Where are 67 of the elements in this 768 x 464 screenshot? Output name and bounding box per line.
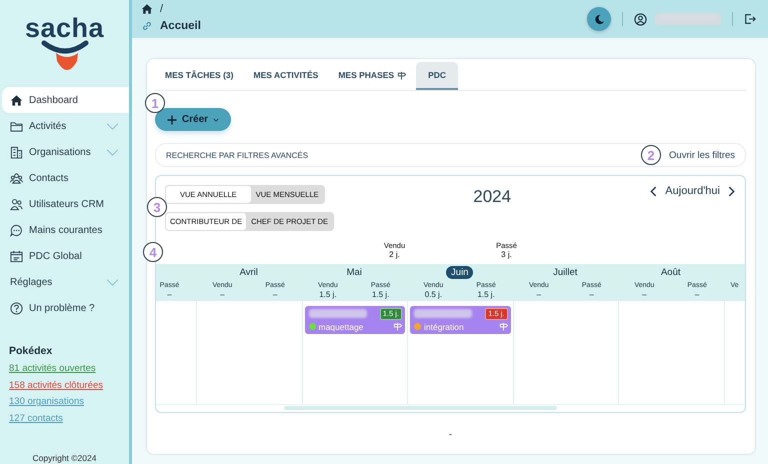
nav-item[interactable]: Réglages [2, 269, 129, 295]
redacted-name [655, 13, 721, 25]
signpost-icon [397, 70, 406, 80]
nav-item[interactable]: Activités [2, 113, 129, 139]
column-value: 1.5 j. [372, 290, 390, 299]
page-title: Accueil [160, 20, 201, 32]
breadcrumb-separator: / [160, 2, 164, 14]
plus-icon [166, 114, 177, 124]
month-label[interactable]: Août [656, 266, 686, 278]
nav-item[interactable]: Utilisateurs CRM [2, 191, 129, 217]
tab[interactable]: MES PHASES [328, 62, 416, 90]
event-label: maquettage [318, 322, 364, 332]
column-value: 1.5 j. [477, 290, 495, 299]
column-value: – [589, 290, 594, 299]
signpost-icon [498, 322, 508, 331]
group-icon [10, 172, 23, 184]
folder-icon [10, 120, 23, 132]
redacted-title [414, 309, 472, 318]
nav-item[interactable]: PDC Global [2, 243, 129, 269]
section-title: Pokédex [9, 345, 54, 357]
column-value: – [694, 290, 700, 299]
column-value: 1.5 j. [319, 290, 337, 299]
tab[interactable]: PDC [416, 62, 458, 90]
calendar-icon [10, 250, 23, 262]
redacted-title [308, 309, 366, 318]
users-icon [10, 198, 23, 210]
user-icon[interactable] [634, 12, 647, 26]
tab[interactable]: MES ACTIVITÉS [243, 62, 328, 90]
home-icon [10, 94, 23, 106]
nav-item[interactable]: Dashboard [2, 87, 129, 113]
previous-icon[interactable] [650, 186, 658, 197]
home-icon[interactable] [141, 2, 153, 14]
month-label[interactable]: Juillet [548, 266, 582, 278]
nav-item[interactable]: Contacts [2, 165, 129, 191]
smile-logo-icon [40, 39, 90, 73]
building-icon [10, 146, 23, 158]
link-icon [141, 20, 153, 32]
column-value: – [536, 290, 542, 299]
event-label: intégration [424, 322, 464, 332]
column-value: 0.5 j. [424, 290, 442, 299]
copyright-text: Copyright ©2024 [32, 453, 98, 463]
tab[interactable]: MES TÂCHES (3) [155, 62, 244, 90]
month-label[interactable]: Mai [342, 266, 367, 278]
footer-text: - [448, 429, 453, 439]
logo-text: sacha [24, 14, 104, 42]
column-value: – [642, 290, 647, 299]
help-icon [10, 302, 23, 314]
month-label[interactable]: Juin [446, 266, 474, 278]
column-value: – [272, 290, 278, 299]
caret-icon [213, 118, 220, 122]
year-title: 2024 [472, 187, 512, 208]
month-label[interactable]: Avril [234, 266, 263, 278]
moon-icon [594, 14, 604, 24]
logout-icon[interactable] [744, 13, 756, 25]
dark-mode-button[interactable] [587, 7, 611, 31]
next-icon[interactable] [728, 186, 735, 197]
filter-label: RECHERCHE PAR FILTRES AVANCÉS [166, 150, 308, 160]
signpost-icon [393, 322, 402, 331]
nav-item[interactable]: Organisations [2, 139, 129, 165]
nav-item[interactable]: Un problème ? [2, 295, 129, 321]
column-value: – [167, 290, 172, 299]
today-link[interactable]: Aujourd'hui [665, 185, 720, 197]
chat-icon [10, 224, 23, 236]
create-button[interactable]: Créer [155, 108, 231, 131]
nav-item[interactable]: Mains courantes [2, 217, 129, 243]
open-filters-link[interactable]: Ouvrir les filtres [669, 150, 735, 160]
column-value: – [220, 290, 225, 299]
